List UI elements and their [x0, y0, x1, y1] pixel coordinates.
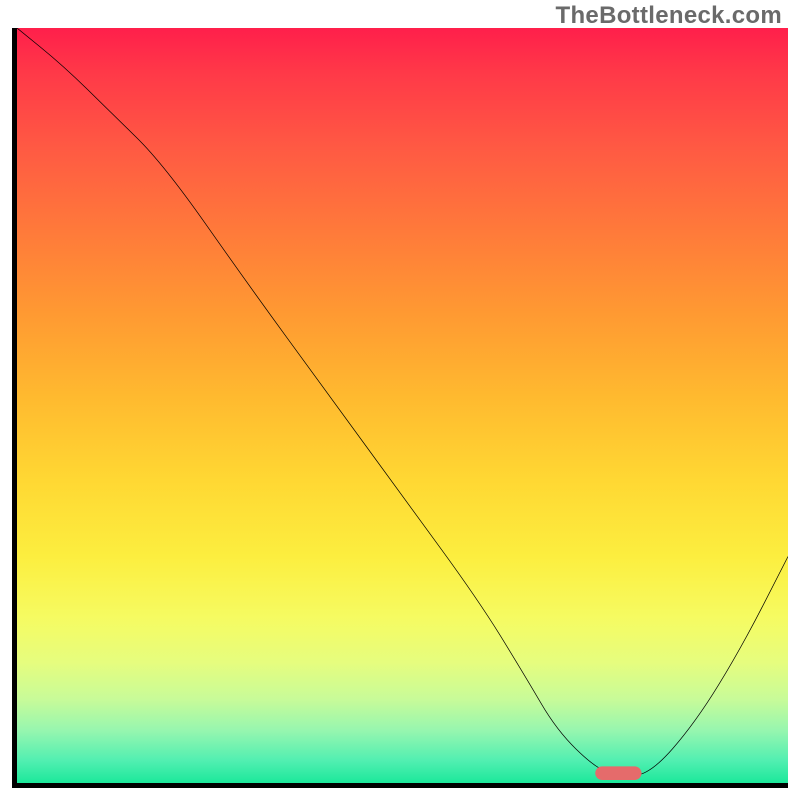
- plot-svg: [17, 28, 788, 783]
- chart-container: TheBottleneck.com: [0, 0, 800, 800]
- bottleneck-curve-path: [17, 28, 788, 775]
- plot-frame: [12, 28, 788, 788]
- optimal-marker: [595, 766, 641, 780]
- watermark-text: TheBottleneck.com: [556, 2, 782, 30]
